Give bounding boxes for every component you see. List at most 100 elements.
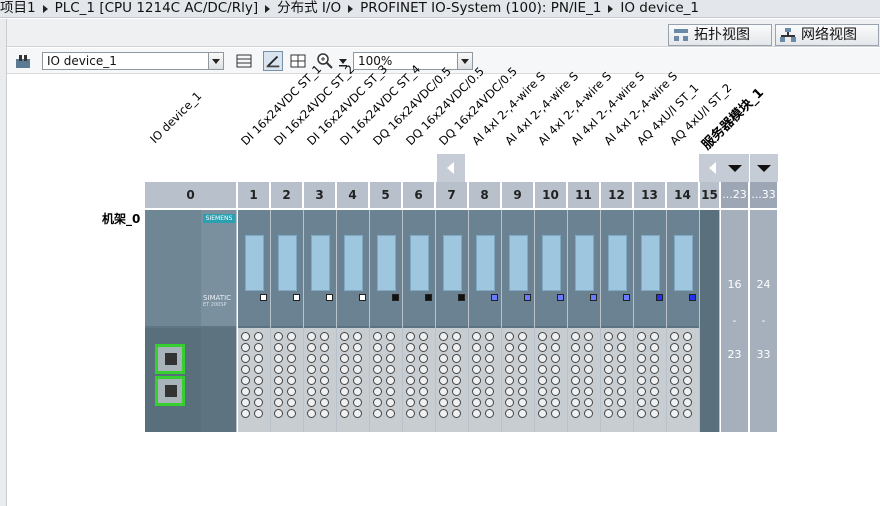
io-module-slot-1[interactable] bbox=[238, 210, 271, 432]
nav-left-icon-2[interactable] bbox=[699, 154, 721, 182]
terminal-hole bbox=[241, 376, 250, 385]
terminal-hole bbox=[320, 387, 329, 396]
terminal-hole bbox=[485, 409, 494, 418]
io-module-slot-9[interactable] bbox=[502, 210, 535, 432]
io-module-slot-14[interactable] bbox=[667, 210, 700, 432]
io-module-slot-11[interactable] bbox=[568, 210, 601, 432]
io-module-slot-3[interactable] bbox=[304, 210, 337, 432]
terminal-hole bbox=[307, 354, 316, 363]
terminal-hole bbox=[472, 409, 481, 418]
io-module-slot-6[interactable] bbox=[403, 210, 436, 432]
terminal-hole bbox=[518, 376, 527, 385]
port-1[interactable] bbox=[155, 344, 185, 374]
network-view-button[interactable]: 网络视图 bbox=[775, 24, 879, 46]
empty-slot-range[interactable]: 24 - 33 bbox=[750, 210, 777, 432]
breadcrumb-separator-icon bbox=[42, 5, 48, 13]
terminal-hole bbox=[274, 365, 283, 374]
nav-down-icon-2[interactable] bbox=[750, 154, 778, 182]
terminal-hole bbox=[406, 387, 415, 396]
breadcrumb-item[interactable]: 项目1 bbox=[0, 0, 36, 16]
terminal-hole bbox=[683, 376, 692, 385]
slot-header-9: 9 bbox=[502, 182, 533, 208]
terminal-hole bbox=[650, 354, 659, 363]
terminal-hole bbox=[353, 409, 362, 418]
draw-icon[interactable] bbox=[263, 51, 283, 71]
terminal-hole bbox=[439, 398, 448, 407]
terminal-hole bbox=[505, 409, 514, 418]
terminal-hole bbox=[274, 398, 283, 407]
terminal-hole bbox=[287, 387, 296, 396]
slot-header-1: 1 bbox=[238, 182, 269, 208]
server-module-slot-15[interactable] bbox=[700, 210, 720, 432]
empty-slot-range[interactable]: 16 - 23 bbox=[721, 210, 748, 432]
terminal-hole bbox=[571, 354, 580, 363]
terminal-hole bbox=[683, 354, 692, 363]
module-body bbox=[568, 210, 600, 326]
terminal-hole bbox=[584, 409, 593, 418]
slot-header-2: 2 bbox=[271, 182, 302, 208]
device-icon[interactable] bbox=[13, 51, 33, 71]
terminal-hole bbox=[571, 332, 580, 341]
terminal-hole bbox=[307, 398, 316, 407]
terminal-hole bbox=[274, 409, 283, 418]
io-module-slot-5[interactable] bbox=[370, 210, 403, 432]
terminal-hole bbox=[518, 398, 527, 407]
terminal-hole bbox=[637, 332, 646, 341]
terminal-hole bbox=[472, 376, 481, 385]
breadcrumb-item[interactable]: IO device_1 bbox=[620, 0, 699, 16]
module-body bbox=[502, 210, 534, 326]
grid-icon[interactable] bbox=[234, 51, 254, 71]
terminal-hole bbox=[518, 332, 527, 341]
terminal-hole bbox=[320, 332, 329, 341]
terminal-hole bbox=[439, 387, 448, 396]
zoom-chevron-down-icon[interactable] bbox=[457, 53, 472, 69]
topology-view-button[interactable]: 拓扑视图 bbox=[668, 24, 772, 46]
nav-down-icon[interactable] bbox=[721, 154, 749, 182]
terminal-hole bbox=[617, 365, 626, 374]
io-module-slot-13[interactable] bbox=[634, 210, 667, 432]
terminal-hole bbox=[584, 365, 593, 374]
terminal-block bbox=[436, 328, 468, 432]
product-model-label: ET 200SP bbox=[203, 302, 227, 308]
terminal-hole bbox=[551, 409, 560, 418]
terminal-hole bbox=[241, 354, 250, 363]
breadcrumb-item[interactable]: PROFINET IO-System (100): PN/IE_1 bbox=[360, 0, 601, 16]
module-body bbox=[238, 210, 270, 326]
terminal-hole bbox=[604, 398, 613, 407]
module-status-strip bbox=[245, 235, 264, 291]
terminal-hole bbox=[320, 409, 329, 418]
io-module-slot-7[interactable] bbox=[436, 210, 469, 432]
io-module-slot-2[interactable] bbox=[271, 210, 304, 432]
io-module-slot-4[interactable] bbox=[337, 210, 370, 432]
port-2[interactable] bbox=[155, 376, 185, 406]
slot-range-header[interactable]: ...23 bbox=[721, 182, 748, 208]
table-icon[interactable] bbox=[288, 51, 308, 71]
io-module-slot-8[interactable] bbox=[469, 210, 502, 432]
breadcrumb-item[interactable]: PLC_1 [CPU 1214C AC/DC/Rly] bbox=[55, 0, 259, 16]
module-body bbox=[535, 210, 567, 326]
io-module-slot-12[interactable] bbox=[601, 210, 634, 432]
terminal-hole bbox=[650, 387, 659, 396]
slot-range-header[interactable]: ...33 bbox=[750, 182, 777, 208]
terminal-hole bbox=[551, 343, 560, 352]
terminal-hole bbox=[419, 343, 428, 352]
port-block bbox=[145, 328, 201, 432]
terminal-hole bbox=[241, 365, 250, 374]
device-select[interactable]: IO device_1 bbox=[42, 52, 224, 70]
head-terminal bbox=[201, 328, 236, 432]
interface-module-body bbox=[145, 210, 201, 326]
interface-module-slot-0[interactable]: SIEMENS SIMATIC ET 200SP bbox=[145, 210, 237, 432]
module-body bbox=[436, 210, 468, 326]
io-module-slot-10[interactable] bbox=[535, 210, 568, 432]
chevron-down-icon[interactable] bbox=[208, 53, 223, 69]
terminal-hole bbox=[254, 387, 263, 396]
terminal-hole bbox=[340, 398, 349, 407]
nav-left-icon[interactable] bbox=[437, 154, 465, 182]
module-status-strip bbox=[509, 235, 528, 291]
terminal-hole bbox=[274, 387, 283, 396]
terminal-hole bbox=[604, 365, 613, 374]
terminal-hole bbox=[505, 376, 514, 385]
breadcrumb-item[interactable]: 分布式 I/O bbox=[277, 0, 341, 16]
terminal-hole bbox=[472, 365, 481, 374]
terminal-hole bbox=[287, 398, 296, 407]
